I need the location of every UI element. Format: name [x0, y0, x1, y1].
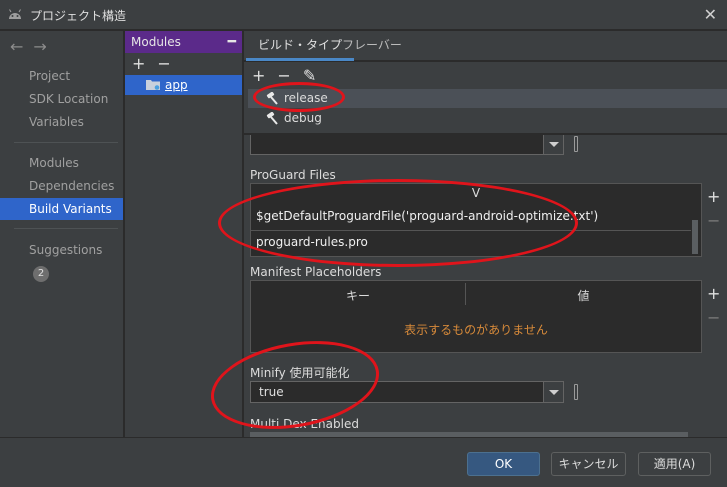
- nav-item-dependencies[interactable]: Dependencies: [0, 175, 123, 197]
- forward-arrow-icon[interactable]: →: [33, 37, 46, 56]
- nav-item-suggestions[interactable]: Suggestions 2: [0, 239, 123, 282]
- proguard-row[interactable]: proguard-rules.pro: [256, 235, 368, 249]
- cancel-button[interactable]: キャンセル: [551, 452, 626, 476]
- tab-bar: ビルド・タイプ フレーバー: [244, 31, 727, 61]
- nav-divider: [14, 142, 118, 143]
- window-title: プロジェクト構造: [30, 9, 127, 23]
- add-build-type-button[interactable]: +: [252, 66, 265, 85]
- build-type-label: release: [284, 91, 328, 105]
- cut-off-combobox[interactable]: [250, 135, 564, 155]
- main-area: ビルド・タイプ フレーバー + − ✎ release debug ProGua…: [244, 31, 727, 437]
- nav-item-suggestions-label: Suggestions: [29, 243, 103, 257]
- android-icon: [9, 9, 21, 19]
- minify-enabled-value: true: [259, 385, 284, 399]
- nav-item-modules[interactable]: Modules: [0, 152, 123, 174]
- minify-enabled-combobox[interactable]: true: [250, 381, 564, 403]
- proguard-files-label: ProGuard Files: [250, 168, 336, 182]
- back-arrow-icon[interactable]: ←: [10, 37, 23, 56]
- build-types-list: + − ✎ release debug: [244, 62, 727, 134]
- row-divider: [251, 230, 691, 231]
- apply-button[interactable]: 適用(A): [638, 452, 711, 476]
- chevron-down-icon[interactable]: [543, 382, 563, 402]
- collapse-icon[interactable]: ━: [228, 31, 236, 53]
- build-type-label: debug: [284, 111, 322, 125]
- proguard-row[interactable]: $getDefaultProguardFile('proguard-androi…: [256, 209, 598, 223]
- nav-item-project[interactable]: Project: [0, 65, 123, 87]
- build-type-detail: ProGuard Files V $getDefaultProguardFile…: [244, 135, 727, 437]
- remove-placeholder-button[interactable]: −: [707, 308, 720, 327]
- remove-module-button[interactable]: −: [157, 54, 170, 73]
- field-flag-icon[interactable]: [574, 384, 578, 400]
- close-icon[interactable]: ✕: [704, 5, 717, 24]
- suggestions-count-badge: 2: [33, 266, 49, 282]
- title-bar: プロジェクト構造 ✕: [0, 0, 727, 30]
- modules-panel: Modules ━ + − app: [125, 31, 243, 437]
- column-header-key: キー: [345, 289, 370, 303]
- nav-divider: [14, 228, 118, 229]
- module-folder-icon: [146, 80, 160, 90]
- modules-header-label: Modules: [131, 35, 181, 49]
- build-type-debug[interactable]: debug: [248, 109, 727, 128]
- scrollbar-thumb[interactable]: [692, 220, 698, 254]
- multi-dex-enabled-label: Multi Dex Enabled: [250, 417, 359, 431]
- ok-button[interactable]: OK: [467, 452, 540, 476]
- nav-item-build-variants[interactable]: Build Variants: [0, 198, 123, 220]
- minify-enabled-label: Minify 使用可能化: [250, 366, 350, 380]
- edit-icon[interactable]: ✎: [303, 66, 316, 85]
- hammer-icon: [266, 112, 278, 125]
- dialog-footer: OK キャンセル 適用(A): [0, 437, 727, 487]
- add-proguard-button[interactable]: +: [707, 187, 720, 206]
- proguard-column-header: V: [471, 186, 481, 200]
- empty-table-message: 表示するものがありません: [404, 323, 548, 337]
- chevron-down-icon[interactable]: [543, 135, 563, 154]
- add-module-button[interactable]: +: [132, 54, 145, 73]
- module-item-label: app: [165, 78, 188, 92]
- module-item-app[interactable]: app: [125, 75, 242, 95]
- hammer-icon: [266, 92, 278, 105]
- remove-build-type-button[interactable]: −: [277, 66, 290, 85]
- tab-flavors[interactable]: フレーバー: [330, 31, 414, 61]
- column-header-value: 値: [577, 289, 590, 303]
- modules-header: Modules ━: [125, 31, 242, 53]
- left-navigation: ← → Project SDK Location Variables Module…: [0, 31, 124, 437]
- field-flag-icon[interactable]: [574, 136, 578, 152]
- manifest-placeholders-table: キー 値 表示するものがありません: [250, 280, 702, 353]
- remove-proguard-button[interactable]: −: [707, 211, 720, 230]
- nav-item-variables[interactable]: Variables: [0, 111, 123, 133]
- manifest-placeholders-label: Manifest Placeholders: [250, 265, 382, 279]
- nav-item-sdk-location[interactable]: SDK Location: [0, 88, 123, 110]
- add-placeholder-button[interactable]: +: [707, 284, 720, 303]
- proguard-files-table: V $getDefaultProguardFile('proguard-andr…: [250, 183, 702, 257]
- build-type-release[interactable]: release: [248, 89, 727, 108]
